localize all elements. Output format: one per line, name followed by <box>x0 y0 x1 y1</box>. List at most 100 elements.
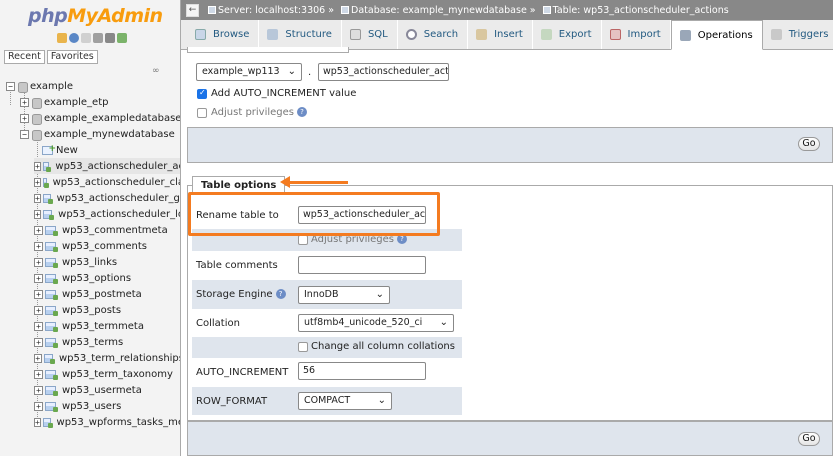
breadcrumb-table[interactable]: Table: wp53_actionscheduler_actions <box>553 5 729 16</box>
breadcrumb-server[interactable]: Server: localhost:3306 <box>218 5 325 16</box>
main-tabs: Browse Structure SQL Search Insert Expor… <box>181 20 833 50</box>
tree-item-table[interactable]: + wp53_usermeta <box>34 382 180 398</box>
row-format-select[interactable]: COMPACT ⌄ <box>298 392 392 410</box>
insert-icon <box>476 29 488 40</box>
tree-item-table[interactable]: + wp53_links <box>34 254 180 270</box>
tree-item-table[interactable]: + wp53_actionscheduler_ac <box>34 158 180 174</box>
tree-item-table[interactable]: + wp53_term_relationships <box>34 350 181 366</box>
add-auto-increment-checkbox[interactable] <box>197 88 207 99</box>
storage-engine-select[interactable]: InnoDB ⌄ <box>298 286 390 304</box>
tree-item-database[interactable]: − example_mynewdatabase <box>20 126 175 142</box>
expand-icon[interactable]: + <box>34 161 41 171</box>
tab-insert[interactable]: Insert <box>468 20 533 49</box>
expand-icon[interactable]: + <box>34 401 43 411</box>
collapse-icon[interactable]: − <box>6 81 15 91</box>
settings-icon[interactable] <box>105 33 115 43</box>
help-icon[interactable]: ? <box>297 107 308 117</box>
expand-icon[interactable]: + <box>34 321 43 331</box>
tree-item-table[interactable]: + wp53_actionscheduler_cla <box>34 174 180 190</box>
expand-icon[interactable]: + <box>34 353 42 363</box>
home-icon[interactable] <box>57 33 67 43</box>
help-icon[interactable]: ? <box>275 289 286 299</box>
favorites-tab[interactable]: Favorites <box>46 50 98 64</box>
expand-icon[interactable]: + <box>34 209 42 219</box>
sql-docs-icon[interactable] <box>93 33 103 43</box>
expand-icon[interactable]: + <box>34 385 43 395</box>
table-comments-input[interactable] <box>298 256 426 274</box>
tab-search[interactable]: Search <box>398 20 469 49</box>
tree-item-table[interactable]: + wp53_options <box>34 270 180 286</box>
tree-item-table[interactable]: + wp53_commentmeta <box>34 222 180 238</box>
expand-icon[interactable]: + <box>34 177 41 187</box>
tree-item-database[interactable]: + example_etp <box>20 94 108 110</box>
tree-item-label: wp53_postmeta <box>62 288 142 300</box>
structure-icon <box>267 29 279 40</box>
table-icon <box>45 273 58 284</box>
table-icon <box>45 385 58 396</box>
tree-item-label: wp53_usermeta <box>62 384 142 396</box>
dot-separator: . <box>308 67 312 78</box>
tree-item-table[interactable]: + wp53_terms <box>34 334 180 350</box>
expand-icon[interactable]: + <box>34 337 43 347</box>
tab-operations[interactable]: Operations <box>670 20 763 50</box>
expand-icon[interactable]: + <box>34 305 43 315</box>
tree-item-new-table[interactable]: New <box>42 142 78 158</box>
tab-import[interactable]: Import <box>602 20 671 49</box>
expand-icon[interactable]: + <box>34 417 41 427</box>
rename-adjust-privileges-checkbox[interactable] <box>298 235 308 245</box>
reload-icon[interactable] <box>117 33 127 43</box>
table-options-go-button[interactable]: Go <box>798 432 820 446</box>
expand-icon[interactable]: + <box>20 113 29 123</box>
triggers-icon <box>770 29 782 40</box>
tree-item-table[interactable]: + wp53_users <box>34 398 180 414</box>
tree-item-table[interactable]: + wp53_termmeta <box>34 318 180 334</box>
auto-increment-input[interactable]: 56 <box>298 362 426 380</box>
move-go-button[interactable]: Go <box>798 137 820 151</box>
tree-item-table[interactable]: + wp53_comments <box>34 238 180 254</box>
tab-triggers[interactable]: Triggers <box>763 20 833 49</box>
expand-icon[interactable]: + <box>34 193 41 203</box>
comments-label: Table comments <box>196 260 278 271</box>
tab-label: Search <box>423 29 459 40</box>
chevron-down-icon: ⌄ <box>439 317 448 328</box>
expand-icon[interactable]: + <box>34 257 43 267</box>
tree-item-table[interactable]: + wp53_wpforms_tasks_me <box>34 414 180 430</box>
database-icon <box>31 129 42 141</box>
collation-select[interactable]: utf8mb4_unicode_520_ci ⌄ <box>298 314 454 332</box>
table-icon <box>42 161 51 172</box>
tree-item-table[interactable]: + wp53_actionscheduler_gr <box>34 190 180 206</box>
expand-icon[interactable]: + <box>34 289 43 299</box>
adjust-privileges-checkbox[interactable] <box>197 108 207 118</box>
tab-sql[interactable]: SQL <box>342 20 398 49</box>
tree-item-table[interactable]: + wp53_term_taxonomy <box>34 366 180 382</box>
expand-icon[interactable]: + <box>34 273 43 283</box>
collapse-all-icon[interactable]: ∞ <box>152 66 160 76</box>
tree-item-label: wp53_links <box>62 256 118 268</box>
breadcrumb-database[interactable]: Database: example_mynewdatabase <box>351 5 527 16</box>
tree-item-label: wp53_term_relationships <box>59 352 181 364</box>
expand-icon[interactable]: + <box>34 369 43 379</box>
arrow-left-icon[interactable]: ← <box>186 3 199 17</box>
recent-tab[interactable]: Recent <box>4 50 45 64</box>
logout-icon[interactable] <box>69 33 79 43</box>
phpmyadmin-logo[interactable]: phpMyAdmin <box>28 5 163 27</box>
tree-item-table[interactable]: + wp53_postmeta <box>34 286 180 302</box>
tree-item-table[interactable]: + wp53_actionscheduler_lo <box>34 206 180 222</box>
expand-icon[interactable]: + <box>34 241 43 251</box>
move-table-name-input[interactable]: wp53_actionscheduler_actic <box>318 63 449 81</box>
row-format-label: ROW_FORMAT <box>196 396 268 407</box>
expand-icon[interactable]: + <box>34 225 43 235</box>
tree-item-root[interactable]: − example <box>6 78 73 94</box>
expand-icon[interactable]: + <box>20 97 29 107</box>
tab-browse[interactable]: Browse <box>187 20 260 49</box>
collapse-icon[interactable]: − <box>20 129 29 139</box>
docs-icon[interactable] <box>81 33 91 43</box>
wrench-icon <box>679 29 691 41</box>
change-collations-checkbox[interactable] <box>298 342 308 352</box>
tab-export[interactable]: Export <box>533 20 602 49</box>
tree-item-table[interactable]: + wp53_posts <box>34 302 180 318</box>
tab-structure[interactable]: Structure <box>259 20 342 49</box>
table-options-footer: Go <box>187 421 833 456</box>
tree-item-database[interactable]: + example_exampledatabase <box>20 110 180 126</box>
move-database-select[interactable]: example_wp113 ⌄ <box>196 63 302 81</box>
